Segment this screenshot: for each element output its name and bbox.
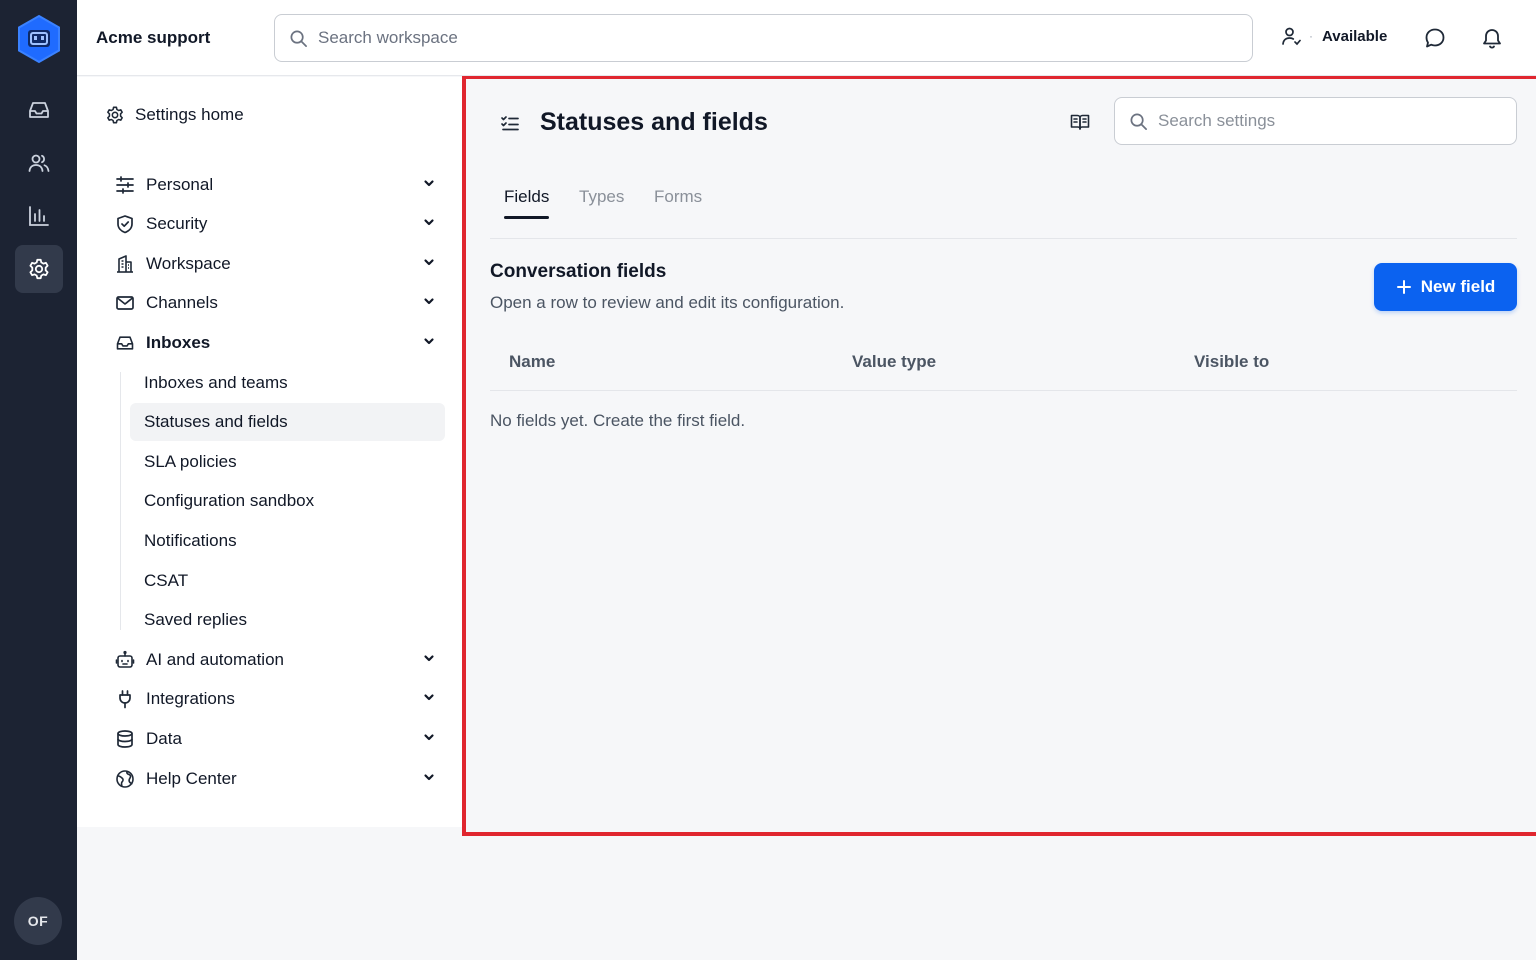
nav-group-integrations[interactable]: Integrations <box>115 685 435 713</box>
user-avatar[interactable]: OF <box>14 897 62 945</box>
chat-bubble-icon <box>1423 26 1447 50</box>
gear-icon <box>105 105 135 125</box>
shield-icon <box>115 214 135 234</box>
app-rail: OF <box>0 0 77 960</box>
settings-search-input[interactable] <box>1158 111 1498 131</box>
sidebar-item-notifications[interactable]: Notifications <box>130 522 445 560</box>
tab-types[interactable]: Types <box>579 187 624 219</box>
search-icon <box>1129 112 1148 131</box>
top-bar: Acme support · Available <box>77 0 1536 76</box>
user-status-icon <box>1281 26 1301 46</box>
nav-group-label: Personal <box>146 175 214 194</box>
column-header-name[interactable]: Name <box>509 352 555 372</box>
nav-group-label: Security <box>146 214 208 233</box>
inbox-icon <box>115 333 135 353</box>
section-title: Conversation fields <box>490 261 667 282</box>
sidebar-item-inboxes-and-teams[interactable]: Inboxes and teams <box>130 364 445 402</box>
nav-group-channels[interactable]: Channels <box>115 289 435 317</box>
users-icon <box>27 151 51 175</box>
chevron-down-icon <box>423 771 435 783</box>
nav-group-label: Data <box>146 729 182 748</box>
chevron-down-icon <box>423 295 435 307</box>
sidebar-item-saved-replies[interactable]: Saved replies <box>130 601 445 639</box>
nav-group-label: AI and automation <box>146 650 284 669</box>
nav-group-inboxes[interactable]: Inboxes <box>115 329 435 357</box>
settings-search[interactable] <box>1114 97 1517 145</box>
search-icon <box>289 29 308 48</box>
bell-icon <box>1480 26 1504 50</box>
nav-group-label: Workspace <box>146 254 231 273</box>
nav-group-security[interactable]: Security <box>115 210 435 238</box>
database-icon <box>115 729 135 749</box>
chevron-down-icon <box>423 731 435 743</box>
chevron-down-icon <box>423 652 435 664</box>
notifications-button[interactable] <box>1478 24 1506 52</box>
page-title: Statuses and fields <box>540 108 768 136</box>
app-logo-icon[interactable] <box>16 14 62 64</box>
availability-status[interactable]: · Available <box>1281 26 1387 46</box>
chat-button[interactable] <box>1421 24 1449 52</box>
nav-group-personal[interactable]: Personal <box>115 171 435 199</box>
sliders-icon <box>115 175 135 195</box>
tab-forms[interactable]: Forms <box>654 187 702 219</box>
chevron-down-icon <box>423 335 435 347</box>
gear-icon <box>27 257 51 281</box>
main-panel: Statuses and fields Fields Types Forms C… <box>462 76 1536 836</box>
workspace-name[interactable]: Acme support <box>96 28 210 48</box>
column-header-visible-to[interactable]: Visible to <box>1194 352 1269 372</box>
settings-home-link[interactable]: Settings home <box>105 105 244 125</box>
plus-icon <box>1396 279 1412 295</box>
workspace-search-input[interactable] <box>318 28 1218 48</box>
plug-icon <box>115 689 135 709</box>
chevron-down-icon <box>423 216 435 228</box>
sidebar-item-configuration-sandbox[interactable]: Configuration sandbox <box>130 482 445 520</box>
inbox-icon <box>27 98 51 122</box>
nav-group-label: Help Center <box>146 769 237 788</box>
nav-group-label: Integrations <box>146 689 235 708</box>
bar-chart-icon <box>27 204 51 228</box>
status-separator: · <box>1309 29 1313 43</box>
chevron-down-icon <box>423 691 435 703</box>
status-label: Available <box>1322 27 1388 45</box>
envelope-icon <box>115 293 135 313</box>
robot-icon <box>115 650 135 670</box>
section-description: Open a row to review and edit its config… <box>490 293 845 312</box>
nav-group-help-center[interactable]: Help Center <box>115 765 435 793</box>
sidebar-item-sla-policies[interactable]: SLA policies <box>130 443 445 481</box>
workspace-search[interactable] <box>274 14 1253 62</box>
rail-inbox-button[interactable] <box>15 86 63 134</box>
chevron-down-icon <box>423 256 435 268</box>
tab-bar: Fields Types Forms <box>490 183 1517 239</box>
table-header: Name Value type Visible to <box>490 335 1517 391</box>
settings-sidebar: Settings home Personal Security Workspac… <box>77 77 462 827</box>
tab-fields[interactable]: Fields <box>504 187 550 219</box>
subnav-divider <box>120 372 121 630</box>
nav-group-label: Channels <box>146 293 218 312</box>
settings-home-label: Settings home <box>135 105 244 124</box>
rail-reports-button[interactable] <box>15 192 63 240</box>
empty-state-message: No fields yet. Create the first field. <box>490 411 746 430</box>
globe-icon <box>115 769 135 789</box>
sidebar-item-csat[interactable]: CSAT <box>130 562 445 600</box>
book-open-icon[interactable] <box>1070 112 1090 132</box>
new-field-label: New field <box>1420 277 1496 296</box>
rail-settings-button[interactable] <box>15 245 63 293</box>
new-field-button[interactable]: New field <box>1374 263 1517 311</box>
nav-group-label: Inboxes <box>146 333 211 352</box>
nav-group-workspace[interactable]: Workspace <box>115 250 435 278</box>
sidebar-item-statuses-and-fields[interactable]: Statuses and fields <box>130 403 445 441</box>
checklist-icon <box>500 113 520 133</box>
nav-group-data[interactable]: Data <box>115 725 435 753</box>
building-icon <box>115 254 135 274</box>
rail-contacts-button[interactable] <box>15 139 63 187</box>
nav-group-ai-automation[interactable]: AI and automation <box>115 646 435 674</box>
chevron-down-icon <box>423 177 435 189</box>
column-header-value-type[interactable]: Value type <box>852 352 936 372</box>
